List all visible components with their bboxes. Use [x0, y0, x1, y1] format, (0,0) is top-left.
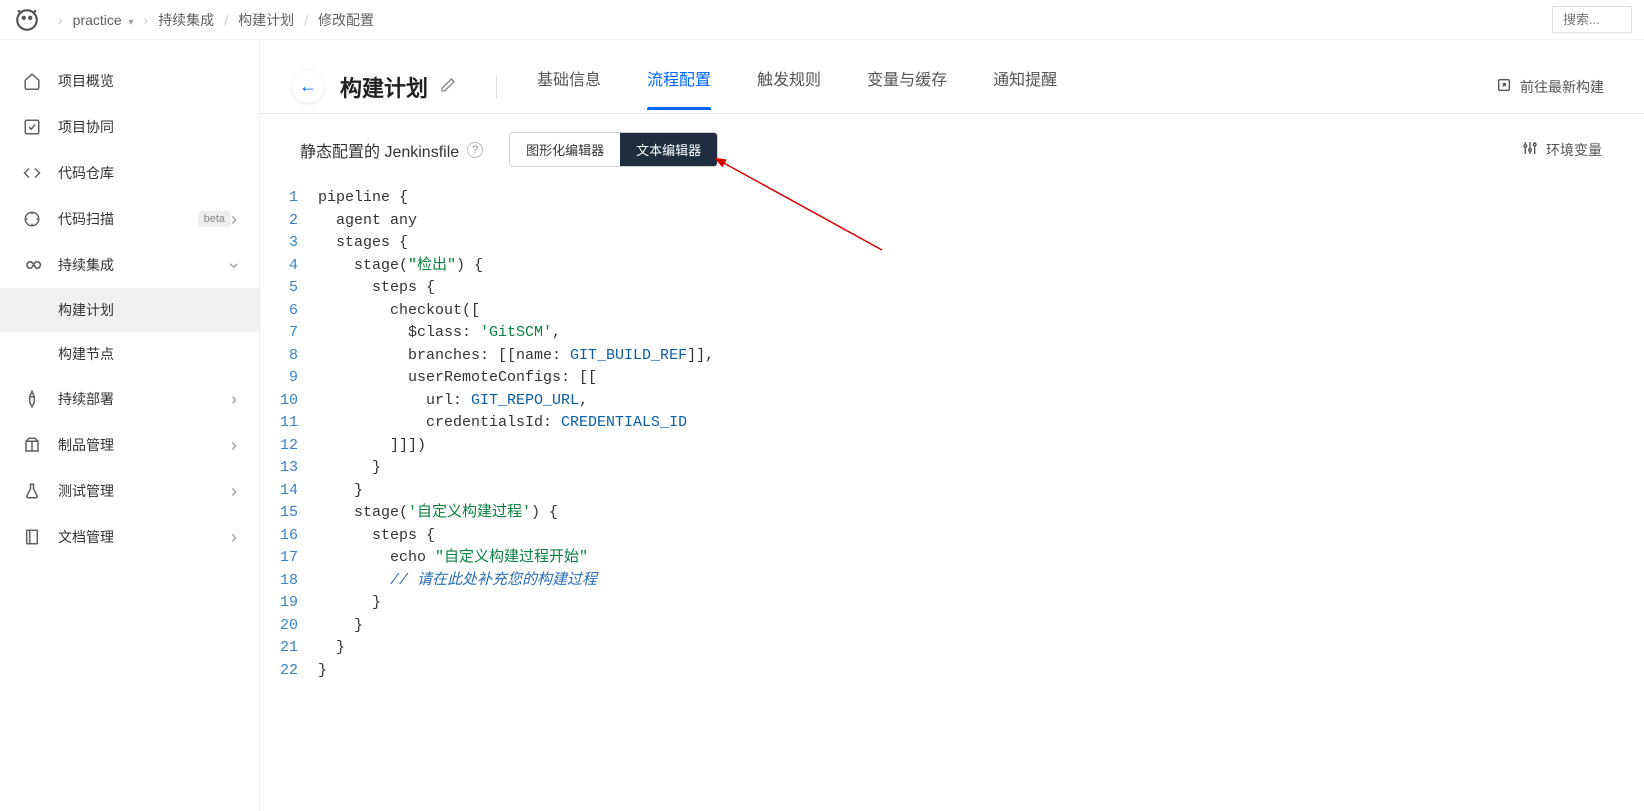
home-icon	[22, 71, 42, 91]
sidebar-item-test[interactable]: 测试管理 ›	[0, 468, 259, 514]
sidebar-item-label: 项目概览	[58, 71, 237, 91]
project-dropdown[interactable]: practice ▾	[73, 12, 134, 28]
check-square-icon	[22, 117, 42, 137]
help-icon[interactable]: ?	[467, 142, 483, 158]
chevron-down-icon: ›	[224, 262, 245, 268]
breadcrumb-item[interactable]: 持续集成	[158, 10, 214, 30]
sidebar-item-label: 持续部署	[58, 389, 231, 409]
tabs: 基础信息 流程配置 触发规则 变量与缓存 通知提醒	[537, 60, 1057, 113]
flask-icon	[22, 481, 42, 501]
sidebar-item-overview[interactable]: 项目概览	[0, 58, 259, 104]
tab-trigger-rules[interactable]: 触发规则	[757, 66, 821, 110]
breadcrumb-item: 修改配置	[318, 10, 374, 30]
editor-mode-toggle: 图形化编辑器 文本编辑器	[509, 132, 718, 167]
code-editor[interactable]: 12345678910111213141516171819202122 pipe…	[260, 185, 1644, 684]
tab-notifications[interactable]: 通知提醒	[993, 66, 1057, 110]
logo-icon[interactable]	[12, 5, 42, 35]
env-vars-button[interactable]: 环境变量	[1522, 140, 1602, 160]
tab-vars-cache[interactable]: 变量与缓存	[867, 66, 947, 110]
sidebar-item-label: 代码仓库	[58, 163, 237, 183]
search-input[interactable]	[1552, 6, 1632, 33]
tab-basic-info[interactable]: 基础信息	[537, 66, 601, 110]
separator: /	[304, 12, 308, 28]
book-icon	[22, 527, 42, 547]
separator: /	[224, 12, 228, 28]
env-vars-label: 环境变量	[1546, 140, 1602, 160]
sidebar-item-label: 测试管理	[58, 481, 231, 501]
sidebar-item-label: 代码扫描	[58, 209, 192, 229]
sidebar-item-scan[interactable]: 代码扫描 beta ›	[0, 196, 259, 242]
chevron-right-icon: ›	[231, 527, 237, 548]
sidebar-item-artifacts[interactable]: 制品管理 ›	[0, 422, 259, 468]
chevron-right-icon: ›	[231, 481, 237, 502]
tab-process-config[interactable]: 流程配置	[647, 66, 711, 110]
rocket-icon	[22, 389, 42, 409]
visual-editor-button[interactable]: 图形化编辑器	[510, 133, 620, 166]
chevron-right-icon: ›	[144, 12, 149, 28]
code-icon	[22, 163, 42, 183]
sidebar-item-ci[interactable]: 持续集成 ›	[0, 242, 259, 288]
sidebar: 项目概览 项目协同 代码仓库 代码扫描 beta › 持续集成 › 构建计划 构…	[0, 40, 260, 811]
back-button[interactable]: ←	[292, 71, 324, 103]
goto-latest-label: 前往最新构建	[1520, 77, 1604, 97]
topbar: › practice ▾ › 持续集成 / 构建计划 / 修改配置	[0, 0, 1644, 40]
sidebar-subitem-build-node[interactable]: 构建节点	[0, 332, 259, 376]
line-numbers: 12345678910111213141516171819202122	[260, 185, 308, 684]
page-header: ← 构建计划 基础信息 流程配置 触发规则 变量与缓存 通知提醒 前往最新构建	[260, 40, 1644, 114]
search-box	[1552, 6, 1632, 33]
chevron-right-icon: ›	[231, 209, 237, 230]
sidebar-item-label: 制品管理	[58, 435, 231, 455]
breadcrumb-item[interactable]: 构建计划	[238, 10, 294, 30]
arrow-left-icon: ←	[299, 76, 317, 97]
package-icon	[22, 435, 42, 455]
sidebar-item-docs[interactable]: 文档管理 ›	[0, 514, 259, 560]
goto-latest-build[interactable]: 前往最新构建	[1496, 77, 1604, 97]
divider	[496, 75, 497, 99]
chevron-right-icon: ›	[58, 12, 63, 28]
sidebar-item-repo[interactable]: 代码仓库	[0, 150, 259, 196]
beta-badge: beta	[198, 211, 231, 227]
infinity-icon	[22, 255, 42, 275]
scan-icon	[22, 209, 42, 229]
sidebar-item-collab[interactable]: 项目协同	[0, 104, 259, 150]
sidebar-item-label: 文档管理	[58, 527, 231, 547]
sidebar-item-label: 项目协同	[58, 117, 237, 137]
edit-icon[interactable]	[440, 77, 456, 96]
text-editor-button[interactable]: 文本编辑器	[620, 133, 717, 166]
chevron-right-icon: ›	[231, 435, 237, 456]
sliders-icon	[1522, 140, 1538, 159]
external-link-icon	[1496, 77, 1512, 96]
chevron-down-icon: ▾	[126, 17, 134, 28]
page-title: 构建计划	[340, 71, 428, 103]
sidebar-subitem-build-plan[interactable]: 构建计划	[0, 288, 259, 332]
jenkinsfile-title: 静态配置的 Jenkinsfile ?	[300, 138, 483, 162]
sidebar-item-label: 持续集成	[58, 255, 231, 275]
chevron-right-icon: ›	[231, 389, 237, 410]
main: ← 构建计划 基础信息 流程配置 触发规则 变量与缓存 通知提醒 前往最新构建 …	[260, 40, 1644, 811]
breadcrumb: › practice ▾ › 持续集成 / 构建计划 / 修改配置	[58, 10, 374, 30]
sidebar-item-cd[interactable]: 持续部署 ›	[0, 376, 259, 422]
code-content[interactable]: pipeline { agent any stages { stage("检出"…	[308, 185, 1644, 684]
subheader: 静态配置的 Jenkinsfile ? 图形化编辑器 文本编辑器 环境变量	[260, 114, 1644, 185]
